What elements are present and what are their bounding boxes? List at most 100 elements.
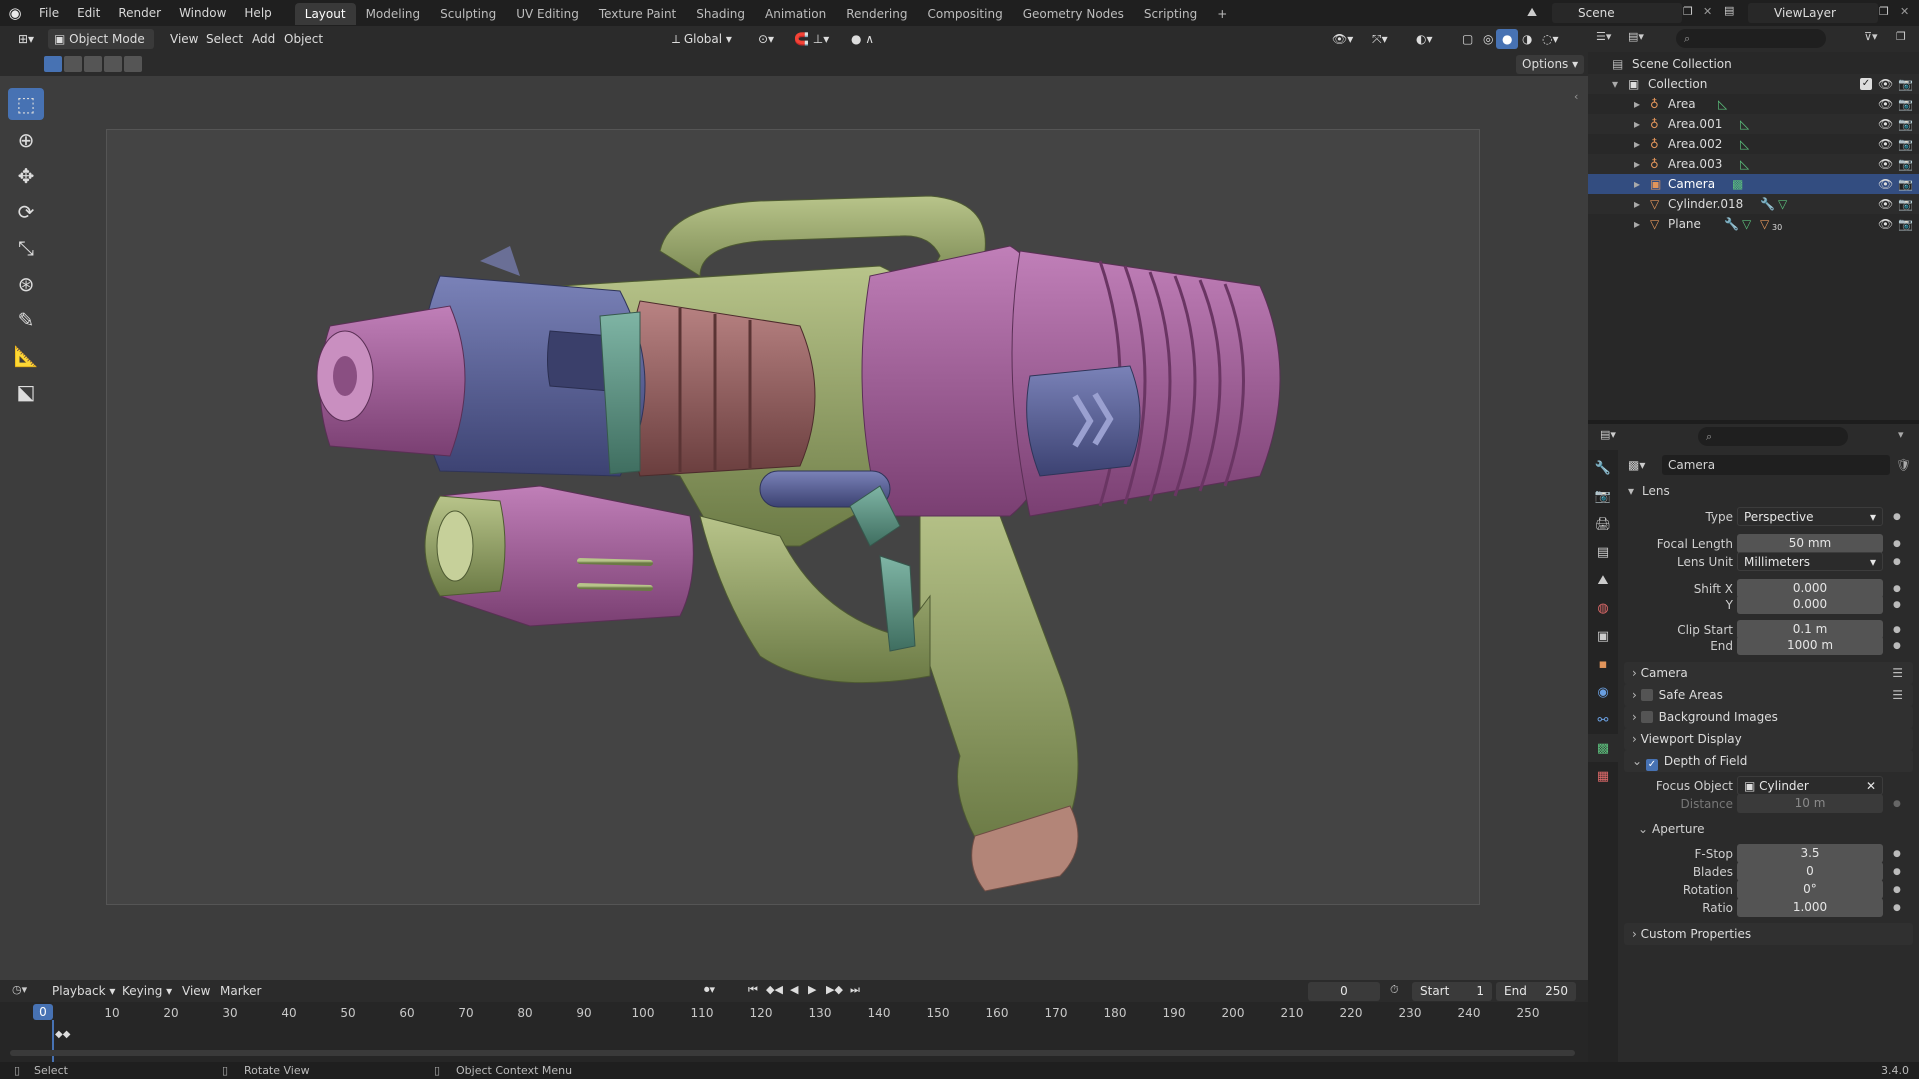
camera-panel-header[interactable]: › Camera ☰: [1624, 662, 1913, 684]
light-data-icon[interactable]: ◺: [1740, 154, 1749, 174]
render-icon[interactable]: 📷: [1898, 194, 1913, 214]
tab-scripting[interactable]: Scripting: [1134, 3, 1207, 25]
jump-start-icon[interactable]: ⏮: [748, 983, 758, 997]
record-icon[interactable]: ⏺▾: [704, 983, 715, 997]
tab-rendering[interactable]: Rendering: [836, 3, 917, 25]
outliner-item-plane[interactable]: ▸ ▽ Plane 🔧 ▽ ▽ 30 👁 📷: [1588, 214, 1919, 234]
mesh-data-icon[interactable]: ▽: [1778, 194, 1787, 214]
output-tab-icon[interactable]: 🖨: [1588, 510, 1618, 538]
proportional-edit-icon[interactable]: ● ∧: [845, 29, 880, 49]
custom-properties-panel-header[interactable]: › Custom Properties: [1624, 923, 1913, 945]
xray-icon[interactable]: ▢: [1456, 29, 1479, 49]
expand-icon[interactable]: ▸: [1634, 114, 1640, 134]
material-icon[interactable]: ▽: [1760, 214, 1769, 234]
jump-end-icon[interactable]: ⏭: [850, 983, 860, 997]
timeline-editor-icon[interactable]: ◷▾: [12, 983, 27, 996]
outliner-item-cylinder-018[interactable]: ▸ ▽ Cylinder.018 🔧 ▽ 👁 📷: [1588, 194, 1919, 214]
outliner-item-area-002[interactable]: ▸ ♁ Area.002 ◺ 👁 📷: [1588, 134, 1919, 154]
playhead-indicator[interactable]: 0: [33, 1004, 53, 1020]
menu-keying[interactable]: Keying ▾: [116, 981, 178, 1001]
keyframe-dot-icon[interactable]: ●: [1893, 551, 1901, 573]
expand-icon[interactable]: ▸: [1634, 214, 1640, 234]
new-collection-icon[interactable]: ❐: [1896, 30, 1906, 43]
menu-playback[interactable]: Playback ▾: [46, 981, 121, 1001]
light-data-icon[interactable]: ◺: [1718, 94, 1727, 114]
constraints-tab-icon[interactable]: ⚯: [1588, 706, 1618, 734]
aperture-subpanel-header[interactable]: ⌄ Aperture: [1618, 818, 1919, 840]
collection-tab-icon[interactable]: ▣: [1588, 622, 1618, 650]
light-data-icon[interactable]: ◺: [1740, 134, 1749, 154]
select-intersect-icon[interactable]: [124, 56, 142, 72]
gizmo-icon[interactable]: ⤧▾: [1366, 29, 1394, 49]
properties-editor-icon[interactable]: ▤▾: [1600, 428, 1616, 441]
menu-view[interactable]: View: [164, 29, 204, 49]
modifier-icon[interactable]: 🔧: [1724, 214, 1739, 234]
dof-panel-header[interactable]: ⌄ ✓ Depth of Field: [1624, 750, 1913, 772]
tab-sculpting[interactable]: Sculpting: [430, 3, 506, 25]
render-tab-icon[interactable]: 📷: [1588, 482, 1618, 510]
overlays-icon[interactable]: ◐▾: [1410, 29, 1439, 49]
render-icon[interactable]: 📷: [1898, 174, 1913, 194]
render-icon[interactable]: 📷: [1898, 94, 1913, 114]
keyframe-dot-icon[interactable]: ●: [1893, 594, 1901, 616]
eye-icon[interactable]: 👁: [1878, 94, 1893, 114]
safe-areas-panel-header[interactable]: › Safe Areas ☰: [1624, 684, 1913, 706]
menu-select[interactable]: Select: [200, 29, 249, 49]
scene-selector[interactable]: Scene: [1552, 3, 1682, 23]
options-dropdown-icon[interactable]: ▾: [1898, 428, 1904, 441]
scene-collection-row[interactable]: ▤ Scene Collection: [1588, 54, 1919, 74]
end-frame-field[interactable]: End 250: [1496, 982, 1576, 1001]
tab-uv-editing[interactable]: UV Editing: [506, 3, 589, 25]
editor-type-icon[interactable]: ⊞▾: [12, 29, 40, 49]
timeline[interactable]: 0 10 20 30 40 50 60 70 80 90 100 110 120 130 140 150 160…: [0, 1002, 1588, 1064]
view-layer-selector[interactable]: ViewLayer: [1748, 3, 1878, 23]
safe-areas-checkbox[interactable]: [1640, 689, 1653, 701]
start-frame-field[interactable]: Start 1: [1412, 982, 1492, 1001]
keyframe-dot-icon[interactable]: ●: [1893, 506, 1901, 528]
shift-y-field[interactable]: 0.000: [1737, 595, 1883, 614]
render-icon[interactable]: 📷: [1898, 114, 1913, 134]
mode-selector[interactable]: ▣ Object Mode ▾: [48, 29, 154, 66]
menu-window[interactable]: Window: [170, 0, 235, 26]
expand-icon[interactable]: ▸: [1634, 154, 1640, 174]
dof-checkbox[interactable]: ✓: [1645, 759, 1658, 771]
outliner-search-input[interactable]: ⌕: [1676, 29, 1826, 48]
eye-icon[interactable]: 👁: [1878, 174, 1893, 194]
camera-datablock-icon[interactable]: ▩▾: [1628, 454, 1645, 476]
eye-icon[interactable]: 👁: [1878, 134, 1893, 154]
render-icon[interactable]: 📷: [1898, 154, 1913, 174]
outliner-item-area[interactable]: ▸ ♁ Area ◺ 👁 📷: [1588, 94, 1919, 114]
expand-icon[interactable]: ▸: [1634, 94, 1640, 114]
timeline-scrollbar[interactable]: [10, 1050, 1575, 1056]
delete-scene-icon[interactable]: ✕: [1703, 5, 1712, 18]
tool-tab-icon[interactable]: 🔧: [1588, 454, 1618, 482]
outliner-editor-icon[interactable]: ☰▾: [1596, 30, 1611, 43]
tab-geometry-nodes[interactable]: Geometry Nodes: [1013, 3, 1134, 25]
rendered-shading-icon[interactable]: ◌▾: [1536, 29, 1565, 49]
eye-icon[interactable]: 👁: [1878, 74, 1893, 94]
menu-edit[interactable]: Edit: [68, 0, 109, 26]
lens-panel-header[interactable]: ▾ Lens: [1618, 480, 1919, 502]
new-scene-icon[interactable]: ❐: [1683, 5, 1693, 18]
world-tab-icon[interactable]: ◍: [1588, 594, 1618, 622]
list-icon[interactable]: ☰: [1892, 684, 1903, 706]
ratio-field[interactable]: 1.000: [1737, 898, 1883, 917]
menu-file[interactable]: File: [30, 0, 68, 26]
snap-icon[interactable]: 🧲 ⊥▾: [788, 29, 835, 49]
object-tab-icon[interactable]: ▪: [1588, 650, 1618, 678]
outliner-item-area-001[interactable]: ▸ ♁ Area.001 ◺ 👁 📷: [1588, 114, 1919, 134]
select-subtract-icon[interactable]: [84, 56, 102, 72]
visibility-icon[interactable]: 👁▾: [1326, 29, 1359, 49]
tab-layout[interactable]: Layout: [294, 3, 356, 25]
outliner-item-area-003[interactable]: ▸ ♁ Area.003 ◺ 👁 📷: [1588, 154, 1919, 174]
camera-data-tab-icon[interactable]: ▩: [1588, 734, 1618, 762]
tab-animation[interactable]: Animation: [755, 3, 836, 25]
menu-marker[interactable]: Marker: [214, 981, 267, 1001]
background-images-checkbox[interactable]: [1640, 711, 1653, 723]
orientation-selector[interactable]: ⟂ Global ▾: [666, 29, 738, 49]
expand-icon[interactable]: ▸: [1634, 134, 1640, 154]
play-reverse-icon[interactable]: ◀: [790, 983, 798, 996]
render-icon[interactable]: 📷: [1898, 74, 1913, 94]
keyframe-dot-icon[interactable]: ●: [1893, 635, 1901, 657]
eye-icon[interactable]: 👁: [1878, 214, 1893, 234]
